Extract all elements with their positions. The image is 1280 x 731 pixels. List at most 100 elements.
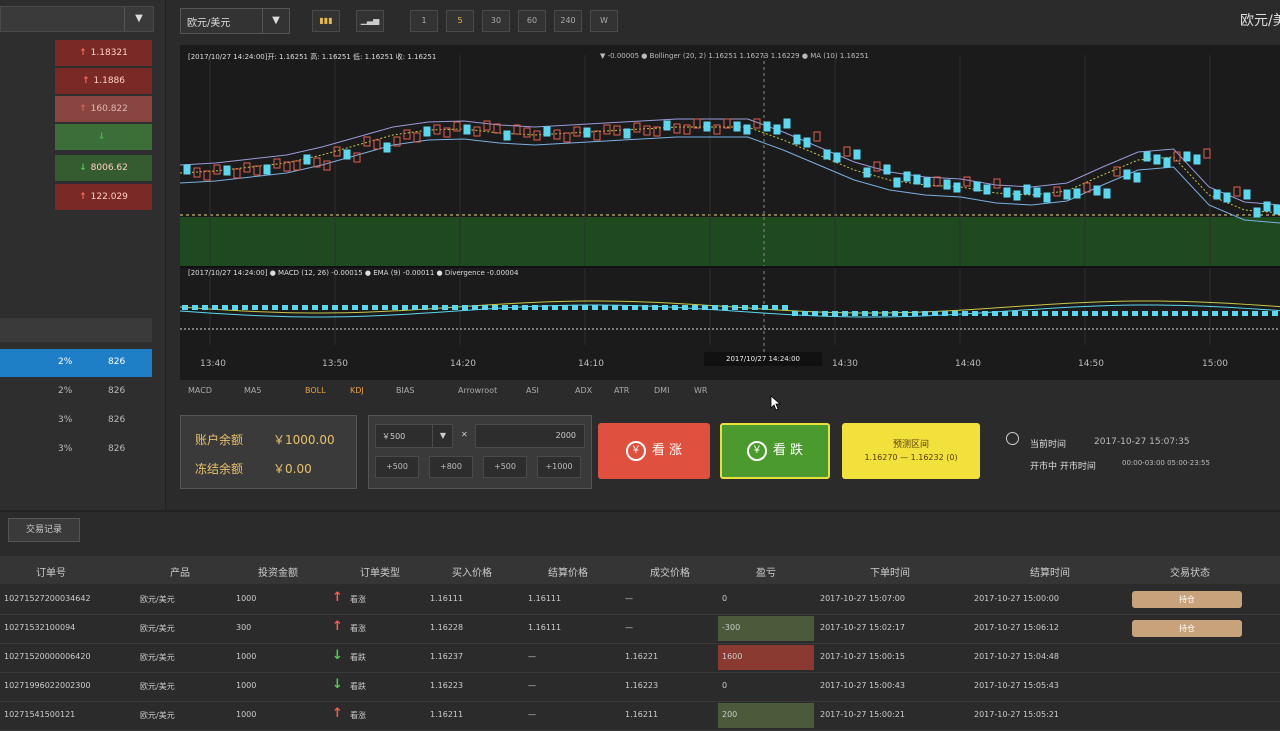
table-row[interactable]: 10271520000006420 欧元/美元 1000 看跌 1.16237 — 1.16…: [0, 643, 1280, 673]
candle: [893, 177, 901, 188]
column-header[interactable]: 买入价格: [452, 564, 492, 579]
range-predict-title: 预测区间: [892, 440, 929, 450]
timeframe-button[interactable]: 240: [554, 10, 582, 32]
column-header[interactable]: 结算价格: [548, 564, 588, 579]
quick-amount-button[interactable]: +800: [429, 456, 473, 478]
price-chip[interactable]: ↑ 160.822: [55, 96, 152, 122]
sub-row-percent: 3%: [58, 444, 73, 454]
candle: [1113, 166, 1121, 177]
indicator-tab[interactable]: Arrowroot: [458, 386, 497, 395]
indicator-tab[interactable]: KDJ: [350, 386, 364, 395]
indicator-tab[interactable]: BIAS: [396, 386, 414, 395]
cell-id: 10271541500121: [4, 710, 76, 719]
divergence-bar: [972, 311, 978, 316]
bars-icon[interactable]: ▁▃▅: [356, 10, 384, 32]
candle: [273, 158, 281, 169]
divergence-bar: [352, 305, 358, 310]
symbol-select-value: 欧元/美元: [187, 18, 231, 29]
divergence-bar: [432, 305, 438, 310]
chevron-down-icon[interactable]: ▼: [262, 9, 289, 33]
divergence-bar: [1062, 311, 1068, 316]
divergence-bar: [862, 311, 868, 316]
timeframe-button[interactable]: 1: [410, 10, 438, 32]
candle: [733, 121, 741, 132]
cell-product: 欧元/美元: [140, 682, 175, 691]
candle: [1033, 187, 1041, 198]
indicator-tab[interactable]: ATR: [614, 386, 629, 395]
divergence-bar: [402, 305, 408, 310]
price-chart[interactable]: [2017/10/27 14:24:00]开: 1.16251 高: 1.162…: [180, 45, 1280, 380]
buy-up-button[interactable]: ￥ 看 涨: [598, 423, 710, 479]
buy-down-button[interactable]: ￥ 看 跌: [720, 423, 830, 479]
candle: [823, 149, 831, 160]
quick-amount-button[interactable]: +1000: [537, 456, 581, 478]
divergence-bar: [392, 305, 398, 310]
cell-amount: 1000: [236, 652, 257, 661]
candle: [1193, 154, 1201, 165]
timeframe-button[interactable]: W: [590, 10, 618, 32]
indicator-tab[interactable]: ASI: [526, 386, 539, 395]
candle: [1223, 192, 1231, 203]
price-chip[interactable]: ↓: [55, 124, 152, 150]
column-header[interactable]: 盈亏: [756, 564, 776, 579]
status-button[interactable]: 持仓: [1132, 591, 1242, 608]
divergence-bar: [712, 305, 718, 310]
table-row[interactable]: 10271532100094 欧元/美元 300 看涨 1.16228 1.16111 — -…: [0, 614, 1280, 644]
column-header[interactable]: 结算时间: [1030, 564, 1070, 579]
sub-table-row[interactable]: 3% 826: [0, 407, 152, 435]
indicator-tab[interactable]: DMI: [654, 386, 669, 395]
amount-input[interactable]: 2000: [475, 424, 585, 448]
indicator-tab[interactable]: WR: [694, 386, 707, 395]
candle: [743, 124, 751, 135]
chart-canvas[interactable]: [180, 45, 1280, 380]
price-chip[interactable]: ↑ 122.029: [55, 184, 152, 210]
tab-trade-records[interactable]: 交易记录: [8, 518, 80, 542]
indicator-tab[interactable]: BOLL: [305, 386, 326, 395]
candle: [803, 137, 811, 148]
candle: [1263, 201, 1271, 212]
timeframe-button[interactable]: 30: [482, 10, 510, 32]
column-header[interactable]: 订单号: [36, 564, 66, 579]
status-button[interactable]: 持仓: [1132, 620, 1242, 637]
amount-select[interactable]: ￥500 ▼: [375, 424, 453, 448]
timeframe-button[interactable]: 60: [518, 10, 546, 32]
divergence-bar: [882, 311, 888, 316]
column-header[interactable]: 成交价格: [650, 564, 690, 579]
column-header[interactable]: 交易状态: [1170, 564, 1210, 579]
column-header[interactable]: 订单类型: [360, 564, 400, 579]
cell-id: 10271527200034642: [4, 594, 91, 603]
indicator-tab[interactable]: MA5: [244, 386, 261, 395]
column-header[interactable]: 下单时间: [870, 564, 910, 579]
sub-table-row[interactable]: 3% 826: [0, 436, 152, 464]
cell-settle-time: 2017-10-27 15:06:12: [974, 623, 1059, 632]
mouse-cursor-icon: [770, 395, 782, 411]
indicator-tab[interactable]: ADX: [575, 386, 592, 395]
price-chip[interactable]: ↑ 1.1886: [55, 68, 152, 94]
chevron-down-icon[interactable]: ▼: [432, 425, 453, 447]
symbol-select[interactable]: 欧元/美元 ▼: [180, 8, 290, 34]
table-row[interactable]: 10271527200034642 欧元/美元 1000 看涨 1.16111 1.161…: [0, 585, 1280, 615]
table-row[interactable]: 10271996022002300 欧元/美元 1000 看跌 1.16223 — 1.16…: [0, 672, 1280, 702]
candles-icon[interactable]: ▮▮▮: [312, 10, 340, 32]
column-header[interactable]: 投资金额: [258, 564, 298, 579]
divergence-bar: [1192, 311, 1198, 316]
timeframe-button[interactable]: 5: [446, 10, 474, 32]
product-select[interactable]: ▼: [0, 6, 154, 32]
quick-amount-button[interactable]: +500: [375, 456, 419, 478]
table-row[interactable]: 10271541500121 欧元/美元 1000 看涨 1.16211 — 1.16211…: [0, 701, 1280, 731]
clock-icon: [1006, 432, 1019, 445]
sub-table-row[interactable]: 2% 826: [0, 349, 152, 377]
candle: [543, 126, 551, 137]
range-predict-button[interactable]: 预测区间 1.16270 — 1.16232 (0): [842, 423, 980, 479]
price-chip[interactable]: ↑ 1.18321: [55, 40, 152, 66]
sub-table-row[interactable]: 2% 826: [0, 378, 152, 406]
amount-multiply-icon: ✕: [461, 430, 468, 439]
candle: [673, 123, 681, 134]
column-header[interactable]: 产品: [170, 564, 190, 579]
price-chip[interactable]: ↓ 8006.62: [55, 155, 152, 181]
quick-amount-button[interactable]: +500: [483, 456, 527, 478]
time-axis-label: 14:10: [578, 359, 604, 369]
chevron-down-icon[interactable]: ▼: [124, 7, 153, 31]
cell-product: 欧元/美元: [140, 624, 175, 633]
indicator-tab[interactable]: MACD: [188, 386, 212, 395]
